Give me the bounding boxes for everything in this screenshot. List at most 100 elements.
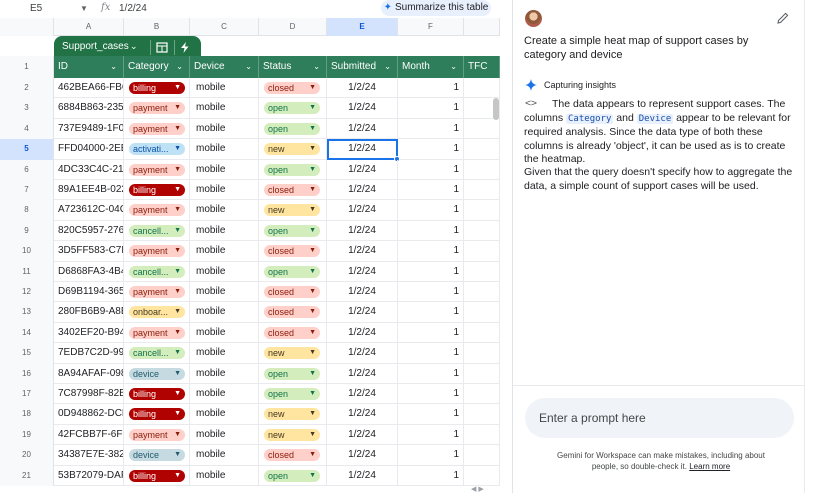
status-chip[interactable]: closed ▼ — [264, 286, 320, 298]
cell-status[interactable]: closed ▼ — [259, 241, 327, 262]
dropdown-caret-icon[interactable]: ▼ — [174, 327, 181, 339]
cell-tfc[interactable] — [464, 322, 500, 344]
cell-device[interactable]: mobile — [190, 282, 259, 303]
dropdown-caret-icon[interactable]: ▼ — [174, 347, 181, 359]
cell-category[interactable]: device ▼ — [124, 363, 190, 384]
cell-submitted[interactable]: 1/2/24 — [327, 384, 398, 405]
row-number[interactable]: 8 — [0, 200, 54, 221]
category-chip[interactable]: cancell... ▼ — [129, 347, 185, 360]
header-submitted[interactable]: Submitted ⌄ — [327, 56, 398, 78]
dropdown-caret-icon[interactable]: ▼ — [174, 164, 181, 176]
summarize-table-button[interactable]: ✦ Summarize this table — [381, 0, 491, 16]
cell-month[interactable]: 1 — [398, 384, 464, 405]
header-month[interactable]: Month ⌄ — [398, 56, 464, 78]
row-number[interactable]: 11 — [0, 261, 54, 282]
dropdown-caret-icon[interactable]: ▼ — [309, 408, 316, 420]
cell-tfc[interactable] — [464, 220, 500, 242]
row-number[interactable]: 14 — [0, 322, 54, 344]
cell-device[interactable]: mobile — [190, 139, 259, 160]
cell-category[interactable]: cancell... ▼ — [124, 261, 190, 282]
column-header-b[interactable]: B — [124, 18, 190, 36]
header-category[interactable]: Category ⌄ — [124, 56, 190, 78]
cell-month[interactable]: 1 — [398, 343, 464, 364]
cell-device[interactable]: mobile — [190, 261, 259, 282]
cell-tfc[interactable] — [464, 180, 500, 201]
row-number[interactable]: 12 — [0, 282, 54, 303]
status-chip[interactable]: open ▼ — [264, 163, 320, 176]
cell-id[interactable]: 737E9489-1F0E — [54, 118, 124, 140]
cell-month[interactable]: 1 — [398, 241, 464, 262]
cell-category[interactable]: payment ▼ — [124, 159, 190, 180]
dropdown-caret-icon[interactable]: ▼ — [309, 204, 316, 216]
cell-category[interactable]: payment ▼ — [124, 98, 190, 119]
name-box-dropdown-icon[interactable]: ▼ — [80, 4, 88, 13]
cell-category[interactable]: billing ▼ — [124, 465, 190, 486]
cell-category[interactable]: payment ▼ — [124, 424, 190, 446]
row-number[interactable]: 17 — [0, 384, 54, 405]
cell-submitted[interactable]: 1/2/24 — [327, 363, 398, 384]
cell-status[interactable]: closed ▼ — [259, 302, 327, 323]
cell-category[interactable]: payment ▼ — [124, 200, 190, 221]
category-chip[interactable]: payment ▼ — [129, 163, 185, 176]
cell-tfc[interactable] — [464, 302, 500, 323]
cell-submitted[interactable]: 1/2/24 — [327, 404, 398, 425]
cell-tfc[interactable] — [464, 384, 500, 405]
cell-device[interactable]: mobile — [190, 78, 259, 99]
status-chip[interactable]: new ▼ — [264, 204, 320, 217]
status-chip[interactable]: closed ▼ — [264, 449, 320, 462]
cell-month[interactable]: 1 — [398, 282, 464, 303]
cell-tfc[interactable] — [464, 200, 500, 221]
vertical-scrollbar[interactable] — [493, 98, 499, 120]
cell-tfc[interactable] — [464, 404, 500, 425]
cell-tfc[interactable] — [464, 261, 500, 282]
select-all-corner[interactable] — [0, 18, 54, 36]
cell-device[interactable]: mobile — [190, 302, 259, 323]
cell-tfc[interactable] — [464, 343, 500, 364]
status-chip[interactable]: closed ▼ — [264, 245, 320, 258]
cell-month[interactable]: 1 — [398, 78, 464, 99]
cell-status[interactable]: open ▼ — [259, 118, 327, 140]
chevron-down-icon[interactable]: ⌄ — [245, 56, 252, 78]
cell-category[interactable]: payment ▼ — [124, 241, 190, 262]
cell-status[interactable]: open ▼ — [259, 465, 327, 486]
status-chip[interactable]: open ▼ — [264, 102, 320, 115]
cell-category[interactable]: billing ▼ — [124, 384, 190, 405]
dropdown-caret-icon[interactable]: ▼ — [309, 225, 316, 237]
cell-tfc[interactable] — [464, 465, 500, 486]
cell-device[interactable]: mobile — [190, 404, 259, 425]
dropdown-caret-icon[interactable]: ▼ — [174, 368, 181, 380]
status-chip[interactable]: open ▼ — [264, 469, 320, 482]
cell-category[interactable]: billing ▼ — [124, 180, 190, 201]
learn-more-link[interactable]: Learn more — [689, 462, 730, 471]
table-view-icon[interactable] — [150, 40, 172, 55]
dropdown-caret-icon[interactable]: ▼ — [309, 82, 316, 94]
cell-device[interactable]: mobile — [190, 363, 259, 384]
cell-month[interactable]: 1 — [398, 159, 464, 180]
dropdown-caret-icon[interactable]: ▼ — [174, 143, 181, 155]
cell-tfc[interactable] — [464, 159, 500, 180]
cell-category[interactable]: cancell... ▼ — [124, 220, 190, 242]
cell-status[interactable]: closed ▼ — [259, 78, 327, 99]
cell-id[interactable]: D6868FA3-4B49 — [54, 261, 124, 282]
cell-submitted[interactable]: 1/2/24 — [327, 220, 398, 242]
category-chip[interactable]: payment ▼ — [129, 326, 185, 339]
lightning-icon[interactable] — [174, 40, 194, 55]
category-chip[interactable]: device ▼ — [129, 367, 185, 380]
scroll-arrows-icon[interactable]: ◀ ▶ — [471, 485, 484, 493]
dropdown-caret-icon[interactable]: ▼ — [174, 204, 181, 216]
cell-device[interactable]: mobile — [190, 343, 259, 364]
row-number[interactable]: 16 — [0, 363, 54, 384]
dropdown-caret-icon[interactable]: ▼ — [174, 82, 181, 94]
dropdown-caret-icon[interactable]: ▼ — [174, 245, 181, 257]
category-chip[interactable]: payment ▼ — [129, 428, 185, 441]
cell-id[interactable]: 820C5957-2768 — [54, 220, 124, 242]
status-chip[interactable]: closed ▼ — [264, 184, 320, 196]
cell-submitted[interactable]: 1/2/24 — [327, 98, 398, 119]
dropdown-caret-icon[interactable]: ▼ — [174, 266, 181, 278]
cell-tfc[interactable] — [464, 139, 500, 160]
cell-category[interactable]: activati... ▼ — [124, 139, 190, 160]
category-chip[interactable]: payment ▼ — [129, 122, 185, 135]
cell-id[interactable]: 8A94AFAF-0985 — [54, 363, 124, 384]
dropdown-caret-icon[interactable]: ▼ — [309, 429, 316, 441]
cell-id[interactable]: 89A1EE4B-0221 — [54, 180, 124, 201]
